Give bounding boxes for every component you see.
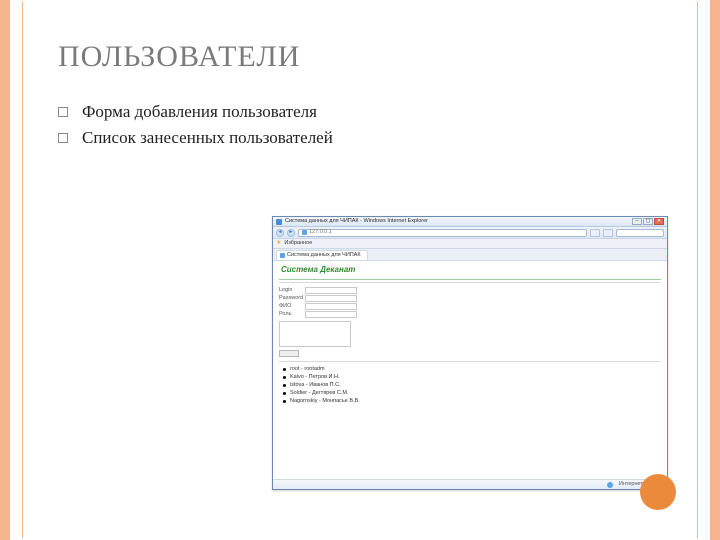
user-list-item: Kalvo - Петров И.Н. (283, 374, 657, 381)
slide: ПОЛЬЗОВАТЕЛИ Форма добавления пользовате… (0, 0, 720, 540)
user-list-item: root - rootadm (283, 366, 657, 373)
submit-button[interactable] (279, 350, 299, 357)
user-list-item: istova - Иванов П.С. (283, 382, 657, 389)
login-input[interactable] (305, 287, 357, 294)
slide-accent-circle (640, 474, 676, 510)
site-favicon (302, 230, 307, 235)
tab-favicon (280, 253, 285, 258)
form-row-login: Login (279, 287, 661, 294)
user-list: root - rootadm Kalvo - Петров И.Н. istov… (273, 363, 667, 408)
login-label: Login (279, 287, 305, 294)
role-label: Роль (279, 311, 305, 318)
internet-zone-label: Интернет (619, 481, 643, 488)
stop-button[interactable] (603, 229, 613, 237)
user-list-item: Soldier - Дегтярев С.М. (283, 390, 657, 397)
back-button[interactable]: ◄ (276, 229, 284, 237)
divider (279, 282, 661, 283)
textarea-input[interactable] (279, 321, 351, 347)
refresh-button[interactable] (590, 229, 600, 237)
form-row-fio: ФИО (279, 303, 661, 310)
divider (279, 279, 661, 280)
ie-navbar: ◄ ► 127.0.0.1 (273, 227, 667, 239)
fio-input[interactable] (305, 303, 357, 310)
bullet-item: Форма добавления пользователя (58, 102, 670, 122)
minimize-button[interactable]: – (632, 218, 642, 225)
bullet-list: Форма добавления пользователя Список зан… (58, 102, 670, 148)
password-label: Password (279, 295, 305, 302)
ie-titlebar: Система данных для ЧИПАК - Windows Inter… (273, 217, 667, 227)
window-buttons: – ▢ ✕ (632, 218, 664, 225)
user-list-item: Nagornskiy - Монпасье В.В. (283, 398, 657, 405)
fio-label: ФИО (279, 303, 305, 310)
window-title: Система данных для ЧИПАК - Windows Inter… (285, 218, 632, 225)
ie-statusbar: Интернет 100% (273, 479, 667, 489)
page-heading: Система Деканат (273, 261, 667, 277)
role-input[interactable] (305, 311, 357, 318)
ie-content: Система Деканат Login Password ФИО Роль (273, 261, 667, 479)
password-input[interactable] (305, 295, 357, 302)
divider (279, 361, 661, 362)
ie-favorites-bar: ★ Избранное (273, 239, 667, 249)
address-text: 127.0.0.1 (309, 229, 332, 236)
favorites-star-icon[interactable]: ★ (276, 240, 281, 248)
forward-button[interactable]: ► (287, 229, 295, 237)
search-box[interactable] (616, 229, 664, 237)
ie-window: Система данных для ЧИПАК - Windows Inter… (272, 216, 668, 490)
internet-zone-icon (607, 482, 613, 488)
form-row-password: Password (279, 295, 661, 302)
ie-app-icon (276, 219, 282, 225)
add-user-form: Login Password ФИО Роль (273, 284, 667, 360)
slide-title: ПОЛЬЗОВАТЕЛИ (58, 40, 670, 74)
maximize-button[interactable]: ▢ (643, 218, 653, 225)
favorites-label: Избранное (284, 240, 312, 247)
browser-tab[interactable]: Система данных для ЧИПАК (276, 250, 368, 260)
address-bar[interactable]: 127.0.0.1 (298, 229, 587, 237)
ie-tabstrip: Система данных для ЧИПАК (273, 249, 667, 261)
close-button[interactable]: ✕ (654, 218, 664, 225)
tab-label: Система данных для ЧИПАК (287, 252, 361, 259)
bullet-item: Список занесенных пользователей (58, 128, 670, 148)
form-row-role: Роль (279, 311, 661, 318)
